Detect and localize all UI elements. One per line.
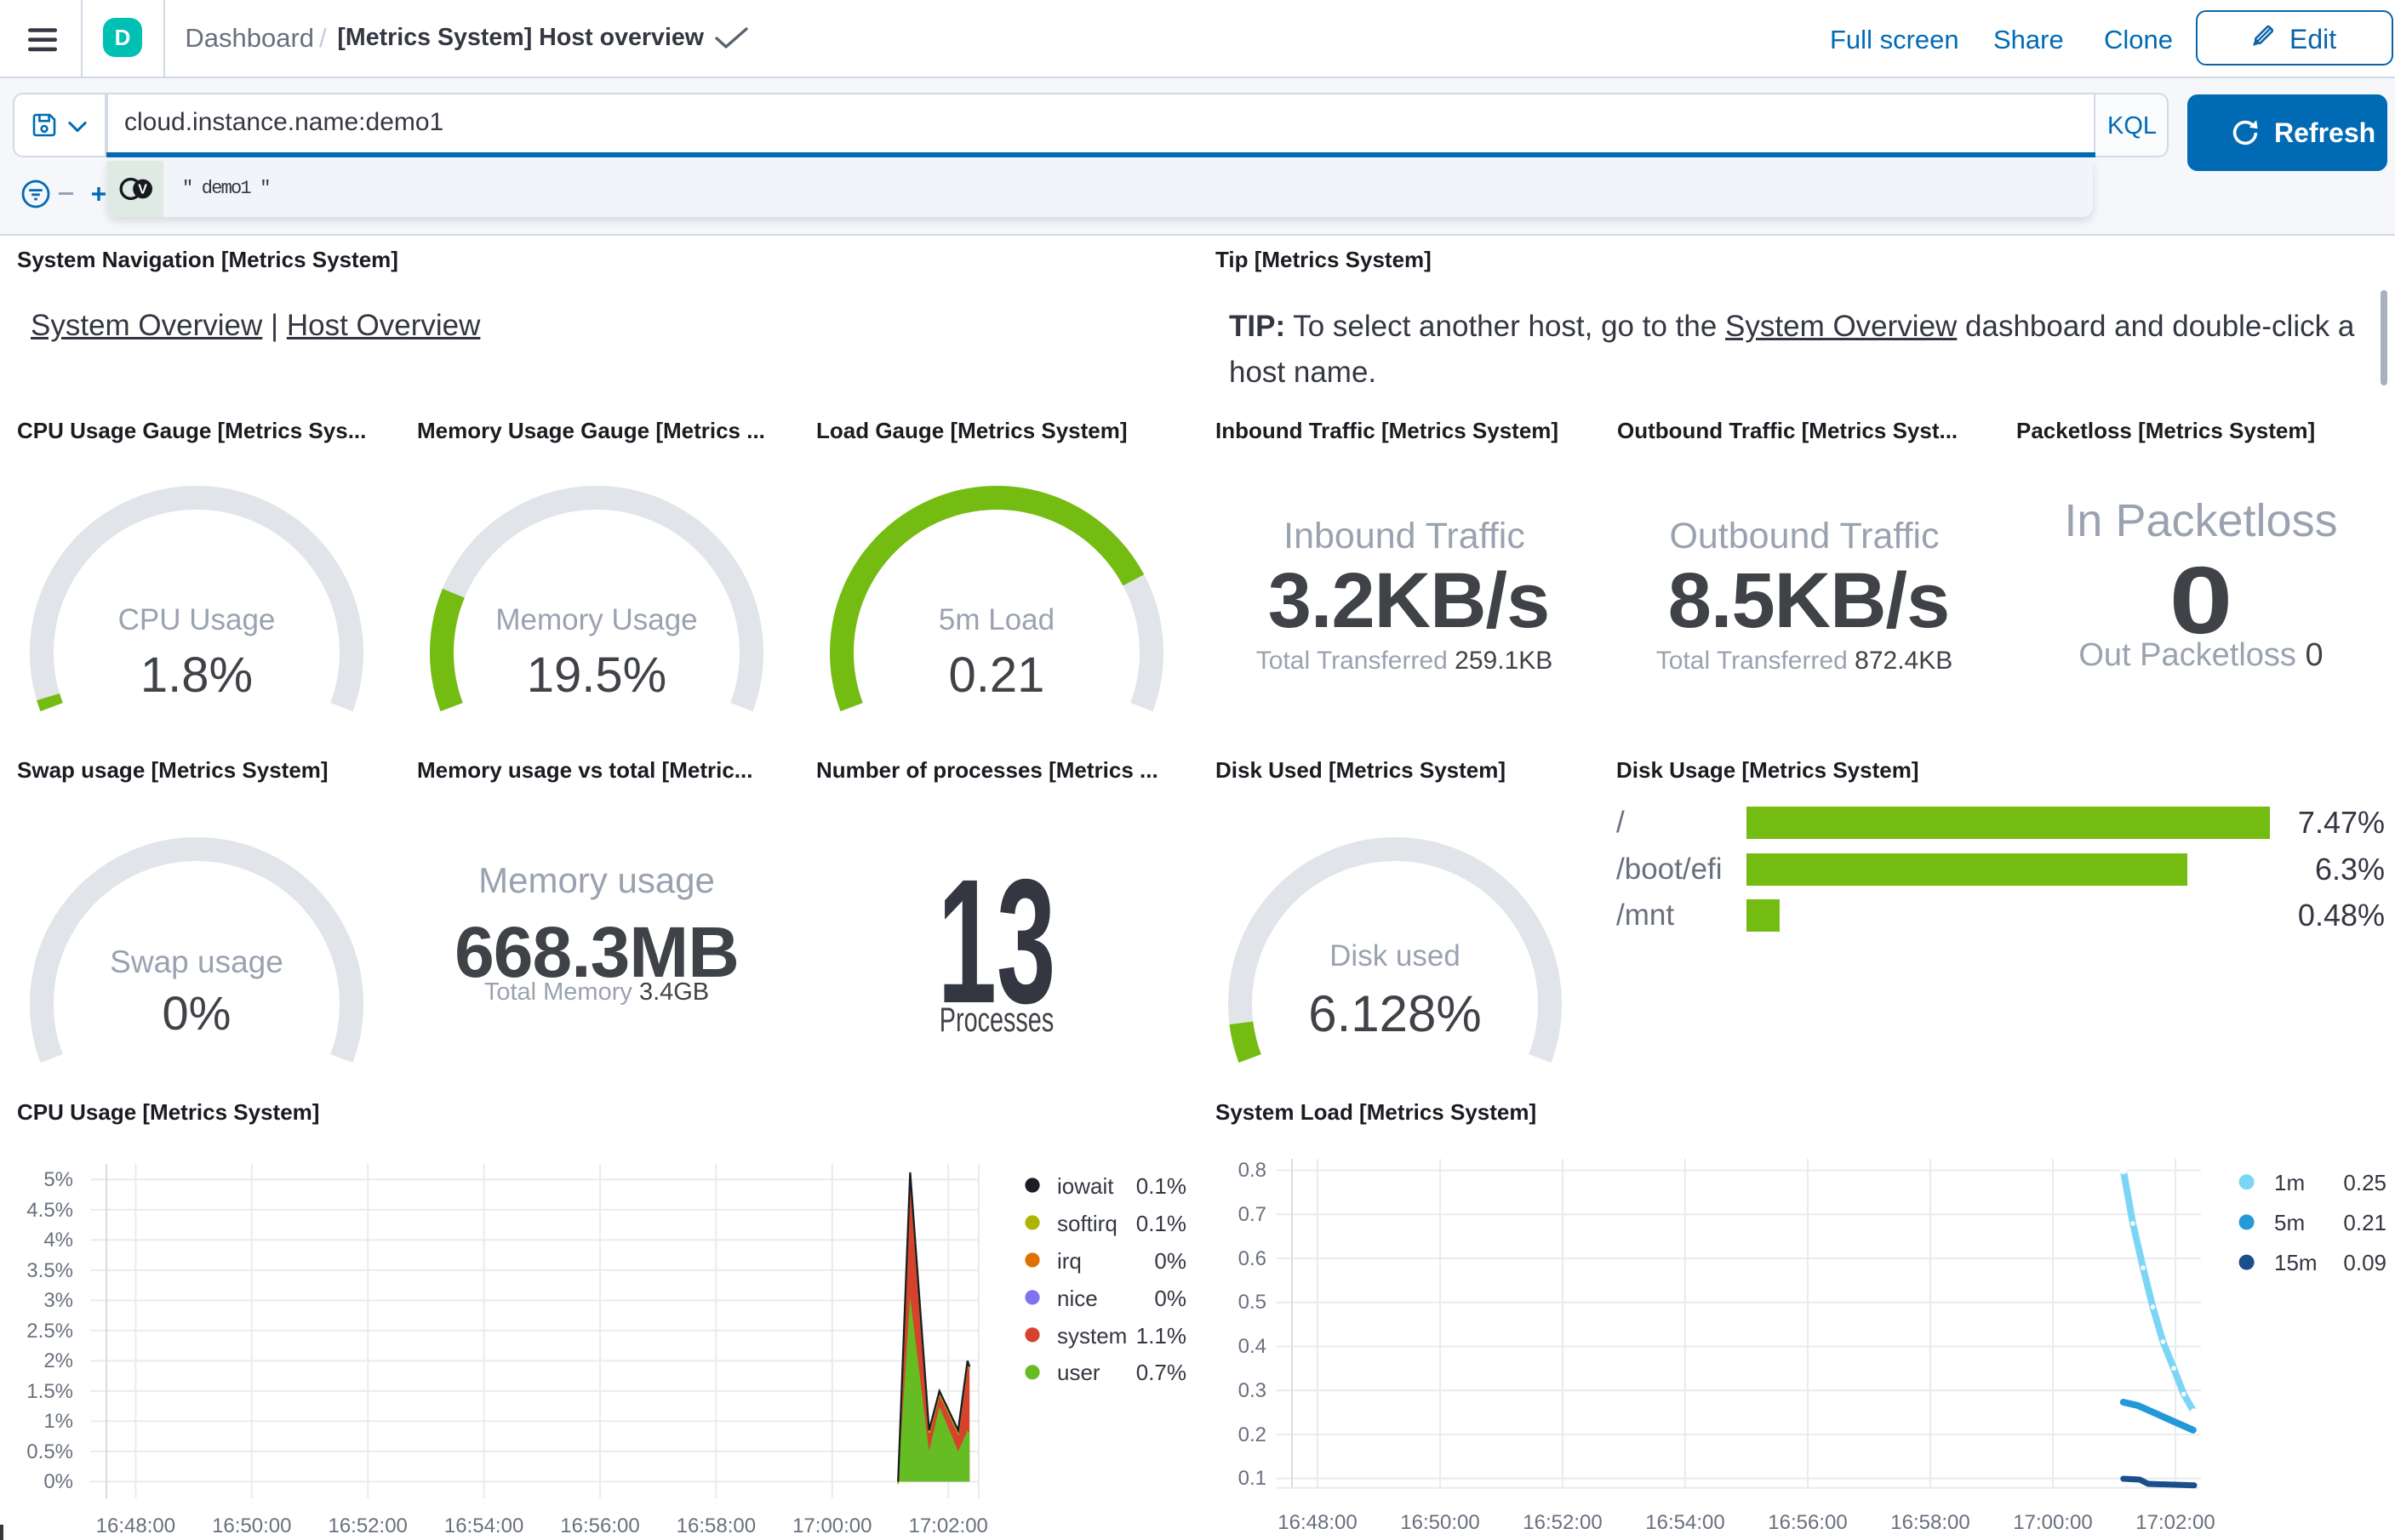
svg-text:V: V — [138, 183, 147, 197]
